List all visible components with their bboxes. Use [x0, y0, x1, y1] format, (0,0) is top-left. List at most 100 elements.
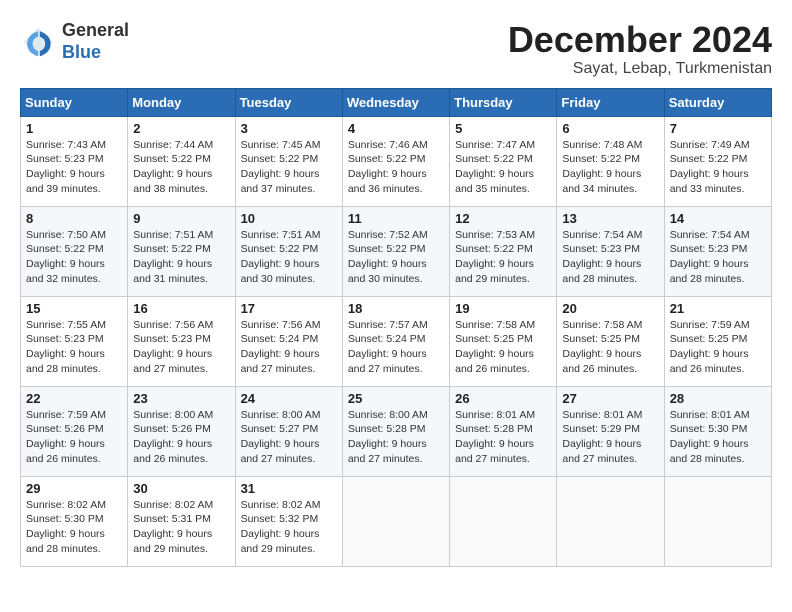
calendar-cell: 22 Sunrise: 7:59 AMSunset: 5:26 PMDayligh… — [21, 386, 128, 476]
calendar-cell: 13 Sunrise: 7:54 AMSunset: 5:23 PMDayligh… — [557, 206, 664, 296]
day-number: 28 — [670, 391, 766, 406]
day-info: Sunrise: 8:00 AMSunset: 5:27 PMDaylight:… — [241, 408, 337, 467]
day-number: 16 — [133, 301, 229, 316]
calendar-cell: 20 Sunrise: 7:58 AMSunset: 5:25 PMDayligh… — [557, 296, 664, 386]
day-info: Sunrise: 7:54 AMSunset: 5:23 PMDaylight:… — [562, 228, 658, 287]
calendar-cell: 2 Sunrise: 7:44 AMSunset: 5:22 PMDaylight… — [128, 116, 235, 206]
calendar-cell: 7 Sunrise: 7:49 AMSunset: 5:22 PMDaylight… — [664, 116, 771, 206]
day-number: 14 — [670, 211, 766, 226]
calendar-cell: 29 Sunrise: 8:02 AMSunset: 5:30 PMDayligh… — [21, 476, 128, 566]
day-number: 27 — [562, 391, 658, 406]
day-number: 23 — [133, 391, 229, 406]
weekday-header: Wednesday — [342, 88, 449, 116]
calendar-cell — [450, 476, 557, 566]
calendar-week-row: 15Sunrise: 7:55 AMSunset: 5:23 PMDayligh… — [21, 296, 772, 386]
day-number: 31 — [241, 481, 337, 496]
day-info: Sunrise: 8:02 AMSunset: 5:32 PMDaylight:… — [241, 498, 337, 557]
day-number: 30 — [133, 481, 229, 496]
calendar-cell: 15Sunrise: 7:55 AMSunset: 5:23 PMDayligh… — [21, 296, 128, 386]
day-number: 26 — [455, 391, 551, 406]
day-number: 3 — [241, 121, 337, 136]
location: Sayat, Lebap, Turkmenistan — [508, 60, 772, 78]
day-info: Sunrise: 7:57 AMSunset: 5:24 PMDaylight:… — [348, 318, 444, 377]
day-info: Sunrise: 7:56 AMSunset: 5:23 PMDaylight:… — [133, 318, 229, 377]
calendar-cell: 16 Sunrise: 7:56 AMSunset: 5:23 PMDayligh… — [128, 296, 235, 386]
calendar-week-row: 1 Sunrise: 7:43 AMSunset: 5:23 PMDaylight… — [21, 116, 772, 206]
day-number: 1 — [26, 121, 122, 136]
weekday-header: Friday — [557, 88, 664, 116]
day-number: 5 — [455, 121, 551, 136]
day-number: 15 — [26, 301, 122, 316]
calendar-cell: 26Sunrise: 8:01 AMSunset: 5:28 PMDayligh… — [450, 386, 557, 476]
day-info: Sunrise: 8:00 AMSunset: 5:28 PMDaylight:… — [348, 408, 444, 467]
day-number: 20 — [562, 301, 658, 316]
page-header: General Blue December 2024 Sayat, Lebap,… — [20, 20, 772, 78]
day-info: Sunrise: 7:49 AMSunset: 5:22 PMDaylight:… — [670, 138, 766, 197]
calendar-cell: 21Sunrise: 7:59 AMSunset: 5:25 PMDayligh… — [664, 296, 771, 386]
calendar-cell: 27Sunrise: 8:01 AMSunset: 5:29 PMDayligh… — [557, 386, 664, 476]
calendar-cell: 3 Sunrise: 7:45 AMSunset: 5:22 PMDaylight… — [235, 116, 342, 206]
calendar-cell: 8Sunrise: 7:50 AMSunset: 5:22 PMDaylight… — [21, 206, 128, 296]
calendar-cell: 25 Sunrise: 8:00 AMSunset: 5:28 PMDayligh… — [342, 386, 449, 476]
weekday-header: Tuesday — [235, 88, 342, 116]
day-info: Sunrise: 7:59 AMSunset: 5:26 PMDaylight:… — [26, 408, 122, 467]
day-number: 4 — [348, 121, 444, 136]
weekday-header: Sunday — [21, 88, 128, 116]
day-info: Sunrise: 8:02 AMSunset: 5:30 PMDaylight:… — [26, 498, 122, 557]
calendar-cell — [664, 476, 771, 566]
day-info: Sunrise: 7:45 AMSunset: 5:22 PMDaylight:… — [241, 138, 337, 197]
day-info: Sunrise: 8:00 AMSunset: 5:26 PMDaylight:… — [133, 408, 229, 467]
calendar-week-row: 22 Sunrise: 7:59 AMSunset: 5:26 PMDayligh… — [21, 386, 772, 476]
day-number: 11 — [348, 211, 444, 226]
day-info: Sunrise: 7:53 AMSunset: 5:22 PMDaylight:… — [455, 228, 551, 287]
logo-icon — [20, 24, 56, 60]
weekday-header: Monday — [128, 88, 235, 116]
calendar-cell: 11 Sunrise: 7:52 AMSunset: 5:22 PMDayligh… — [342, 206, 449, 296]
day-info: Sunrise: 8:02 AMSunset: 5:31 PMDaylight:… — [133, 498, 229, 557]
day-info: Sunrise: 8:01 AMSunset: 5:30 PMDaylight:… — [670, 408, 766, 467]
day-number: 7 — [670, 121, 766, 136]
calendar-cell: 28 Sunrise: 8:01 AMSunset: 5:30 PMDayligh… — [664, 386, 771, 476]
day-number: 6 — [562, 121, 658, 136]
day-info: Sunrise: 7:47 AMSunset: 5:22 PMDaylight:… — [455, 138, 551, 197]
day-info: Sunrise: 7:54 AMSunset: 5:23 PMDaylight:… — [670, 228, 766, 287]
day-info: Sunrise: 7:43 AMSunset: 5:23 PMDaylight:… — [26, 138, 122, 197]
day-info: Sunrise: 7:58 AMSunset: 5:25 PMDaylight:… — [455, 318, 551, 377]
day-number: 24 — [241, 391, 337, 406]
day-number: 25 — [348, 391, 444, 406]
month-title: December 2024 — [508, 20, 772, 60]
calendar-cell: 23 Sunrise: 8:00 AMSunset: 5:26 PMDayligh… — [128, 386, 235, 476]
weekday-header: Thursday — [450, 88, 557, 116]
calendar-cell: 19 Sunrise: 7:58 AMSunset: 5:25 PMDayligh… — [450, 296, 557, 386]
calendar-cell: 14 Sunrise: 7:54 AMSunset: 5:23 PMDayligh… — [664, 206, 771, 296]
day-info: Sunrise: 7:48 AMSunset: 5:22 PMDaylight:… — [562, 138, 658, 197]
day-number: 18 — [348, 301, 444, 316]
day-number: 22 — [26, 391, 122, 406]
calendar-cell — [557, 476, 664, 566]
calendar-cell: 18 Sunrise: 7:57 AMSunset: 5:24 PMDayligh… — [342, 296, 449, 386]
logo-text: General Blue — [62, 20, 129, 63]
day-number: 17 — [241, 301, 337, 316]
calendar-cell: 17Sunrise: 7:56 AMSunset: 5:24 PMDayligh… — [235, 296, 342, 386]
day-number: 8 — [26, 211, 122, 226]
calendar-cell: 4Sunrise: 7:46 AMSunset: 5:22 PMDaylight… — [342, 116, 449, 206]
calendar-cell: 5 Sunrise: 7:47 AMSunset: 5:22 PMDaylight… — [450, 116, 557, 206]
day-number: 29 — [26, 481, 122, 496]
day-number: 10 — [241, 211, 337, 226]
day-number: 2 — [133, 121, 229, 136]
day-info: Sunrise: 7:51 AMSunset: 5:22 PMDaylight:… — [133, 228, 229, 287]
day-info: Sunrise: 7:51 AMSunset: 5:22 PMDaylight:… — [241, 228, 337, 287]
calendar-cell: 10 Sunrise: 7:51 AMSunset: 5:22 PMDayligh… — [235, 206, 342, 296]
day-number: 19 — [455, 301, 551, 316]
day-info: Sunrise: 7:52 AMSunset: 5:22 PMDaylight:… — [348, 228, 444, 287]
day-info: Sunrise: 7:44 AMSunset: 5:22 PMDaylight:… — [133, 138, 229, 197]
day-info: Sunrise: 7:58 AMSunset: 5:25 PMDaylight:… — [562, 318, 658, 377]
calendar-cell: 12Sunrise: 7:53 AMSunset: 5:22 PMDayligh… — [450, 206, 557, 296]
calendar-cell: 31 Sunrise: 8:02 AMSunset: 5:32 PMDayligh… — [235, 476, 342, 566]
title-area: December 2024 Sayat, Lebap, Turkmenistan — [508, 20, 772, 78]
calendar-cell: 9Sunrise: 7:51 AMSunset: 5:22 PMDaylight… — [128, 206, 235, 296]
calendar-cell: 1 Sunrise: 7:43 AMSunset: 5:23 PMDaylight… — [21, 116, 128, 206]
day-number: 13 — [562, 211, 658, 226]
day-number: 21 — [670, 301, 766, 316]
calendar-cell: 6 Sunrise: 7:48 AMSunset: 5:22 PMDaylight… — [557, 116, 664, 206]
